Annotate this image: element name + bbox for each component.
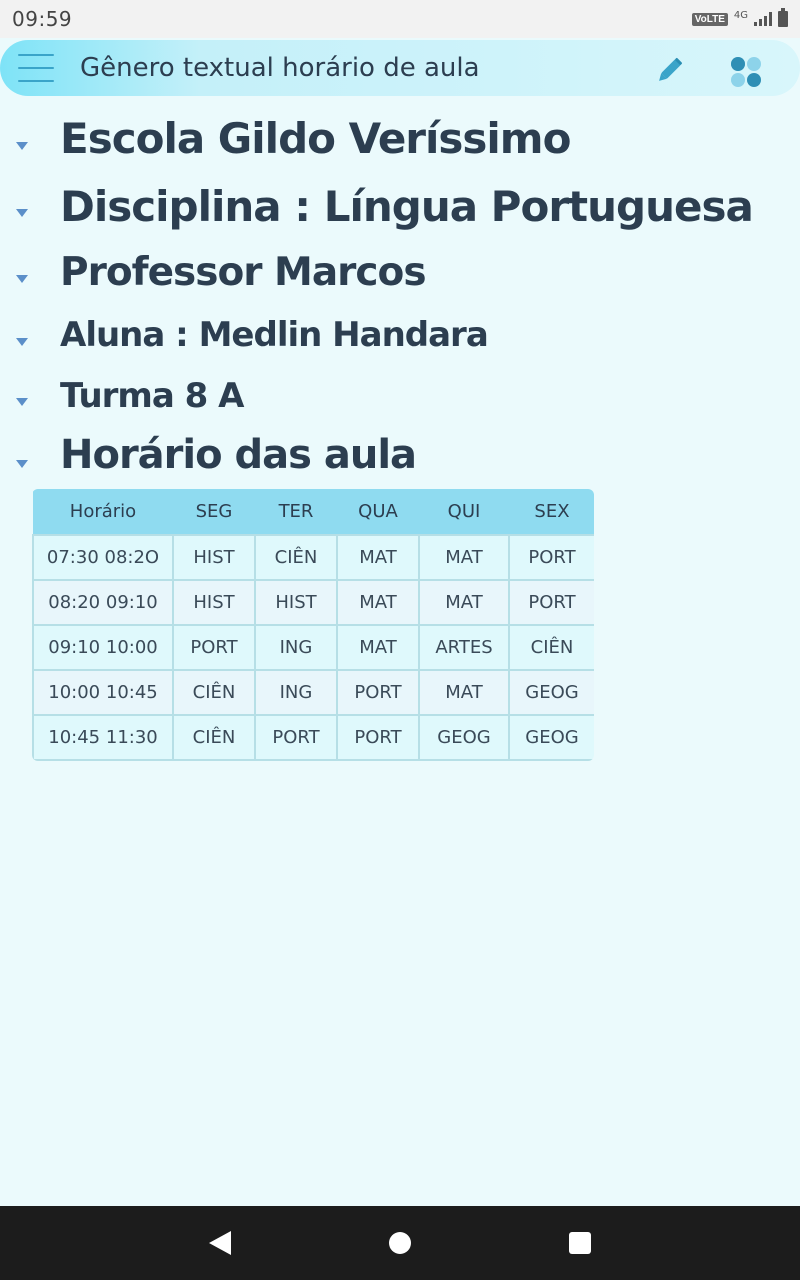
table-cell: ING xyxy=(254,669,338,716)
table-cell: GEOG xyxy=(508,669,594,716)
table-cell: CIÊN xyxy=(508,624,594,671)
back-icon[interactable] xyxy=(209,1231,231,1255)
table-cell: MAT xyxy=(418,669,510,716)
table-cell: MAT xyxy=(418,534,510,581)
menu-icon[interactable] xyxy=(18,54,54,82)
app-bar-title: Gênero textual horário de aula xyxy=(80,53,480,83)
table-cell: ING xyxy=(254,624,338,671)
battery-icon xyxy=(778,8,788,27)
table-cell: CIÊN xyxy=(172,669,256,716)
status-bar: 09:59 VoLTE 4G xyxy=(0,0,800,38)
collapse-triangle-icon[interactable] xyxy=(16,398,28,406)
app-bar: Gênero textual horário de aula xyxy=(0,40,800,96)
collapse-triangle-icon[interactable] xyxy=(16,142,28,150)
table-row: 10:45 11:30 CIÊN PORT PORT GEOG GEOG xyxy=(32,714,594,761)
collapse-triangle-icon[interactable] xyxy=(16,338,28,346)
column-header: QUI xyxy=(419,489,509,535)
collapse-triangle-icon[interactable] xyxy=(16,209,28,217)
heading-schedule: Horário das aula xyxy=(60,432,417,478)
column-header: QUA xyxy=(337,489,419,535)
heading-class: Turma 8 A xyxy=(60,376,244,416)
schedule-table: Horário SEG TER QUA QUI SEX 07:30 08:2O … xyxy=(32,489,594,761)
table-row: 09:10 10:00 PORT ING MAT ARTES CIÊN xyxy=(32,624,594,671)
signal-icon xyxy=(754,12,772,26)
table-cell: GEOG xyxy=(418,714,510,761)
table-cell: MAT xyxy=(336,624,420,671)
heading-school: Escola Gildo Veríssimo xyxy=(60,114,571,163)
table-cell: 09:10 10:00 xyxy=(32,624,174,671)
apps-icon[interactable] xyxy=(728,54,764,90)
column-header: SEX xyxy=(509,489,594,535)
table-cell: PORT xyxy=(172,624,256,671)
table-cell: PORT xyxy=(254,714,338,761)
column-header: TER xyxy=(255,489,337,535)
table-cell: MAT xyxy=(418,579,510,626)
home-icon[interactable] xyxy=(389,1232,411,1254)
heading-subject: Disciplina : Língua Portuguesa xyxy=(60,182,754,231)
table-cell: 07:30 08:2O xyxy=(32,534,174,581)
table-cell: 10:00 10:45 xyxy=(32,669,174,716)
table-header-row: Horário SEG TER QUA QUI SEX xyxy=(33,489,594,535)
table-cell: PORT xyxy=(508,534,594,581)
table-cell: HIST xyxy=(172,579,256,626)
table-cell: 08:20 09:10 xyxy=(32,579,174,626)
table-row: 10:00 10:45 CIÊN ING PORT MAT GEOG xyxy=(32,669,594,716)
table-cell: ARTES xyxy=(418,624,510,671)
heading-student: Aluna : Medlin Handara xyxy=(60,315,489,355)
table-cell: 10:45 11:30 xyxy=(32,714,174,761)
table-cell: PORT xyxy=(508,579,594,626)
table-cell: GEOG xyxy=(508,714,594,761)
table-cell: PORT xyxy=(336,669,420,716)
table-cell: HIST xyxy=(254,579,338,626)
network-type-icon: 4G xyxy=(733,9,748,21)
table-row: 08:20 09:10 HIST HIST MAT MAT PORT xyxy=(32,579,594,626)
status-icons: VoLTE 4G xyxy=(691,8,788,27)
table-cell: PORT xyxy=(336,714,420,761)
navigation-bar xyxy=(0,1206,800,1280)
column-header: SEG xyxy=(173,489,255,535)
table-cell: MAT xyxy=(336,579,420,626)
status-time: 09:59 xyxy=(12,7,73,31)
column-header: Horário xyxy=(33,489,173,535)
table-cell: CIÊN xyxy=(254,534,338,581)
table-cell: MAT xyxy=(336,534,420,581)
pencil-icon[interactable] xyxy=(652,54,686,88)
collapse-triangle-icon[interactable] xyxy=(16,275,28,283)
table-cell: CIÊN xyxy=(172,714,256,761)
table-row: 07:30 08:2O HIST CIÊN MAT MAT PORT xyxy=(32,534,594,581)
table-cell: HIST xyxy=(172,534,256,581)
volte-icon: VoLTE xyxy=(691,12,728,26)
collapse-triangle-icon[interactable] xyxy=(16,460,28,468)
heading-teacher: Professor Marcos xyxy=(60,250,427,295)
recents-icon[interactable] xyxy=(569,1232,591,1254)
